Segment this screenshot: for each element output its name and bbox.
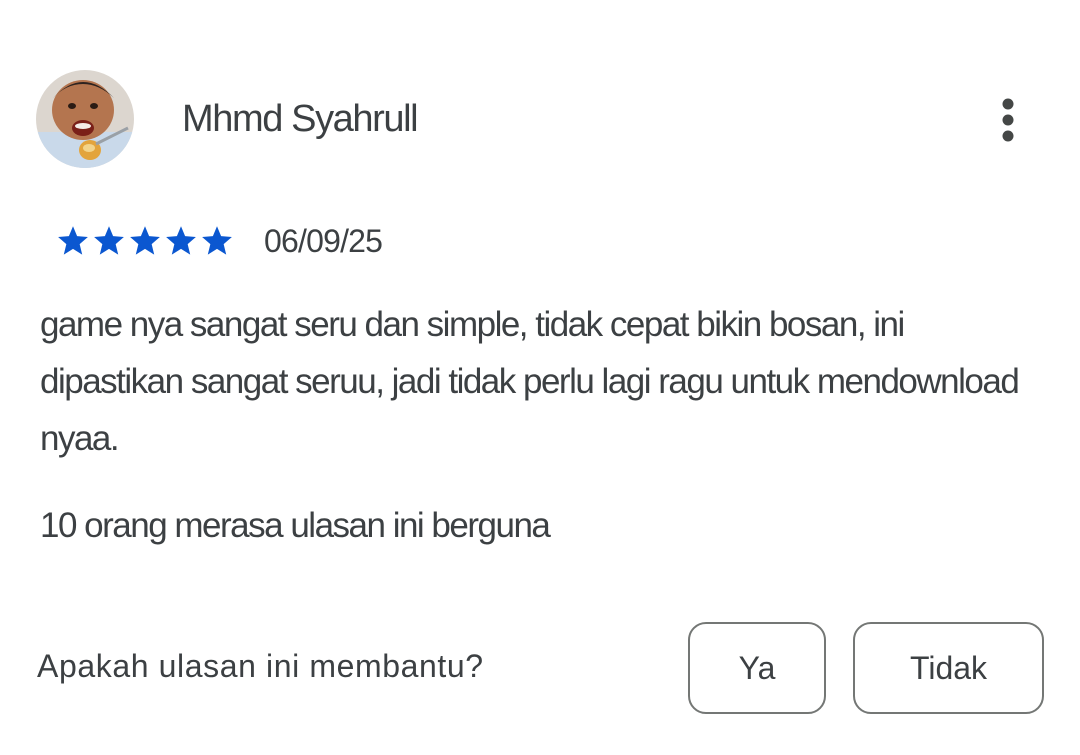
star-icon xyxy=(164,224,198,258)
star-icon xyxy=(200,224,234,258)
rating-row: 06/09/25 xyxy=(56,218,383,264)
review-date: 06/09/25 xyxy=(264,222,383,259)
review-text: game nya sangat seru dan simple, tidak c… xyxy=(40,305,1020,458)
star-icon xyxy=(56,224,90,258)
helpful-question: Apakah ulasan ini membantu? xyxy=(37,648,484,684)
more-vert-icon xyxy=(1002,98,1014,142)
avatar[interactable] xyxy=(36,70,134,168)
star-icon xyxy=(128,224,162,258)
helpful-count: 10 orang merasa ulasan ini berguna xyxy=(40,506,551,545)
star-icon xyxy=(92,224,126,258)
star-rating xyxy=(56,224,234,258)
reviewer-name: Mhmd Syahrull xyxy=(182,98,419,140)
more-options-button[interactable] xyxy=(984,94,1032,146)
helpful-no-button[interactable]: Tidak xyxy=(853,622,1044,714)
avatar-image xyxy=(36,70,134,168)
helpful-yes-button[interactable]: Ya xyxy=(688,622,826,714)
